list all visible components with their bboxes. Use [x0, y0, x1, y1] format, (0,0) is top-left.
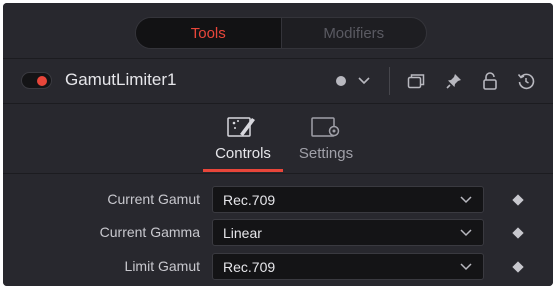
tab-controls[interactable]: Controls: [208, 114, 278, 162]
control-page-tabs: Controls Settings: [3, 104, 553, 174]
header-divider: [389, 67, 390, 95]
controls-icon: [227, 117, 255, 137]
node-name: GamutLimiter1: [65, 70, 177, 89]
node-header: GamutLimiter1: [3, 59, 553, 104]
toggle-knob: [37, 76, 47, 86]
param-label: Current Gamut: [107, 191, 200, 207]
param-row-limit-gamut: Limit Gamut Rec.709: [3, 253, 553, 281]
chevron-down-icon: [460, 196, 472, 204]
param-row-current-gamma: Current Gamma Linear: [3, 219, 553, 247]
select-value: Linear: [223, 225, 262, 241]
parameter-list: Current Gamut Rec.709 Current Gamma Line…: [3, 174, 553, 286]
tab-tools[interactable]: Tools: [136, 18, 282, 48]
current-gamut-select[interactable]: Rec.709: [212, 186, 484, 213]
color-dot-icon[interactable]: [334, 74, 348, 88]
settings-icon: [311, 117, 340, 137]
keyframe-diamond-icon[interactable]: [512, 261, 524, 273]
reset-icon[interactable]: [516, 71, 536, 91]
inspector-tab-bar: Tools Modifiers: [3, 3, 553, 59]
tab-settings[interactable]: Settings: [291, 114, 361, 162]
active-tab-indicator: [203, 169, 283, 172]
chevron-down-icon[interactable]: [357, 74, 371, 88]
chevron-down-icon: [460, 263, 472, 271]
chevron-down-icon: [460, 229, 472, 237]
param-label: Limit Gamut: [124, 258, 200, 274]
settings-label: Settings: [298, 145, 354, 162]
keyframe-diamond-icon[interactable]: [512, 194, 524, 206]
param-row-current-gamut: Current Gamut Rec.709: [3, 186, 553, 214]
lock-icon[interactable]: [481, 71, 499, 91]
current-gamma-select[interactable]: Linear: [212, 219, 484, 246]
limit-gamut-select[interactable]: Rec.709: [212, 253, 484, 280]
node-enable-toggle[interactable]: [21, 72, 52, 89]
version-icon[interactable]: [406, 72, 426, 90]
inspector-panel: Tools Modifiers GamutLimiter1 Controls S…: [3, 3, 553, 286]
tab-group: Tools Modifiers: [135, 17, 427, 49]
select-value: Rec.709: [223, 192, 276, 208]
controls-label: Controls: [215, 145, 271, 162]
tab-modifiers[interactable]: Modifiers: [282, 18, 427, 48]
keyframe-diamond-icon[interactable]: [512, 227, 524, 239]
param-label: Current Gamma: [99, 224, 200, 240]
select-value: Rec.709: [223, 259, 276, 275]
pin-icon[interactable]: [444, 71, 464, 91]
